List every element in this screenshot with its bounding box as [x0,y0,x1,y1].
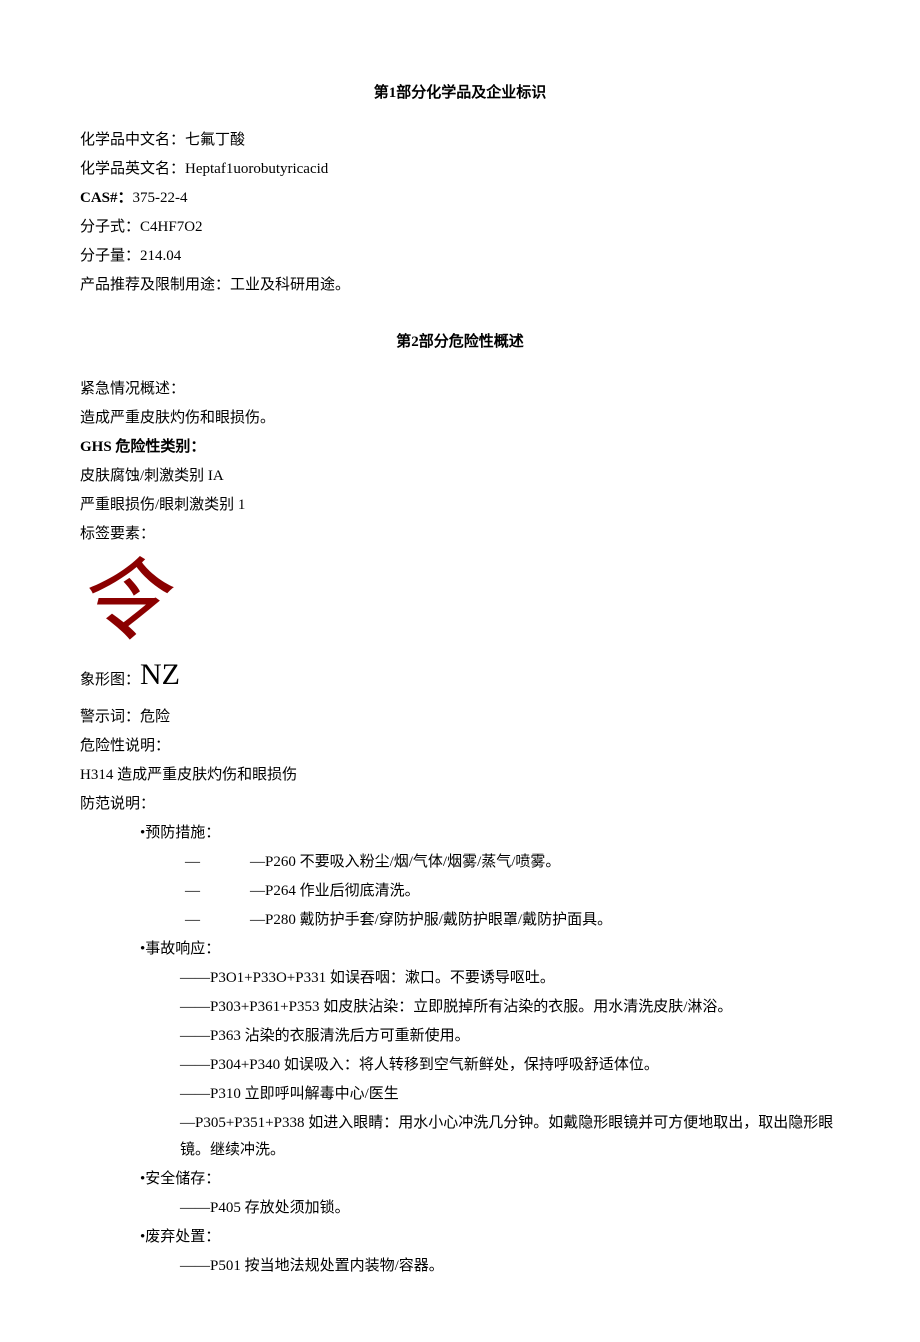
pictogram-line: 象形图： NZ [80,648,840,702]
ghs-category-1: 皮肤腐蚀/刺激类别 IA [80,463,840,490]
disposal-header: •废弃处置： [140,1224,840,1251]
label: 分子量： [80,248,140,264]
value: 七氟丁酸 [185,132,245,148]
label: 化学品英文名： [80,161,185,177]
chemical-en-name: 化学品英文名：Heptaf1uorobutyricacid [80,156,840,183]
precaution-label: 防范说明： [80,791,840,818]
section-1-title: 第1部分化学品及企业标识 [80,80,840,107]
ghs-category-2: 严重眼损伤/眼刺激类别 1 [80,492,840,519]
value: NZ [140,648,180,702]
molecular-weight: 分子量：214.04 [80,243,840,270]
label: 产品推荐及限制用途： [80,277,230,293]
prevention-item: ——P264 作业后彻底清洗。 [185,878,840,905]
cas-number: CAS#：375-22-4 [80,185,840,212]
emergency-overview-value: 造成严重皮肤灼伤和眼损伤。 [80,405,840,432]
response-item: ——P3O1+P33O+P331 如误吞咽：漱口。不要诱导呕吐。 [180,965,840,992]
disposal-item: ——P501 按当地法规处置内装物/容器。 [180,1253,840,1280]
value: C4HF7O2 [140,219,203,235]
label: CAS#： [80,190,133,206]
value: 工业及科研用途。 [230,277,350,293]
value: Heptaf1uorobutyricacid [185,161,328,177]
response-item: ——P310 立即呼叫解毒中心/医生 [180,1081,840,1108]
label-elements: 标签要素： [80,521,840,548]
label: 象形图： [80,667,140,694]
response-header: •事故响应： [140,936,840,963]
section-2-title: 第2部分危险性概述 [80,329,840,356]
response-item: ——P303+P361+P353 如皮肤沾染：立即脱掉所有沾染的衣服。用水清洗皮… [180,994,840,1021]
response-item-eye: —P305+P351+P338 如进入眼睛：用水小心冲洗几分钟。如戴隐形眼镜并可… [180,1110,840,1164]
prevention-item: ——P260 不要吸入粉尘/烟/气体/烟雾/蒸气/喷雾。 [185,849,840,876]
hazard-statement-value: H314 造成严重皮肤灼伤和眼损伤 [80,762,840,789]
hazard-statement-label: 危险性说明： [80,733,840,760]
text: —P280 戴防护手套/穿防护服/戴防护眼罩/戴防护面具。 [250,912,612,928]
text: 第 [396,334,411,350]
chemical-cn-name: 化学品中文名：七氟丁酸 [80,127,840,154]
ghs-category-label: GHS 危险性类别： [80,434,840,461]
text: —P264 作业后彻底清洗。 [250,883,420,899]
text: —P260 不要吸入粉尘/烟/气体/烟雾/蒸气/喷雾。 [250,854,560,870]
value: 214.04 [140,248,181,264]
storage-item: ——P405 存放处须加锁。 [180,1195,840,1222]
label: 分子式： [80,219,140,235]
label: 化学品中文名： [80,132,185,148]
molecular-formula: 分子式：C4HF7O2 [80,214,840,241]
text: 2 [411,334,419,350]
prevention-header: •预防措施： [140,820,840,847]
recommended-use: 产品推荐及限制用途：工业及科研用途。 [80,272,840,299]
response-item: ——P363 沾染的衣服清洗后方可重新使用。 [180,1023,840,1050]
label: 警示词： [80,709,140,725]
value: 危险 [140,709,170,725]
response-item: ——P304+P340 如误吸入：将人转移到空气新鲜处，保持呼吸舒适体位。 [180,1052,840,1079]
pictogram-area: 令 [80,558,840,648]
prevention-item: ——P280 戴防护手套/穿防护服/戴防护眼罩/戴防护面具。 [185,907,840,934]
text: 部分危险性概述 [419,334,524,350]
text: 第 [374,85,389,101]
text: 部分化学品及企业标识 [396,85,546,101]
pictogram-icon: 令 [75,558,840,648]
signal-word: 警示词：危险 [80,704,840,731]
storage-header: •安全储存： [140,1166,840,1193]
value: 375-22-4 [133,190,188,206]
emergency-overview-label: 紧急情况概述： [80,376,840,403]
